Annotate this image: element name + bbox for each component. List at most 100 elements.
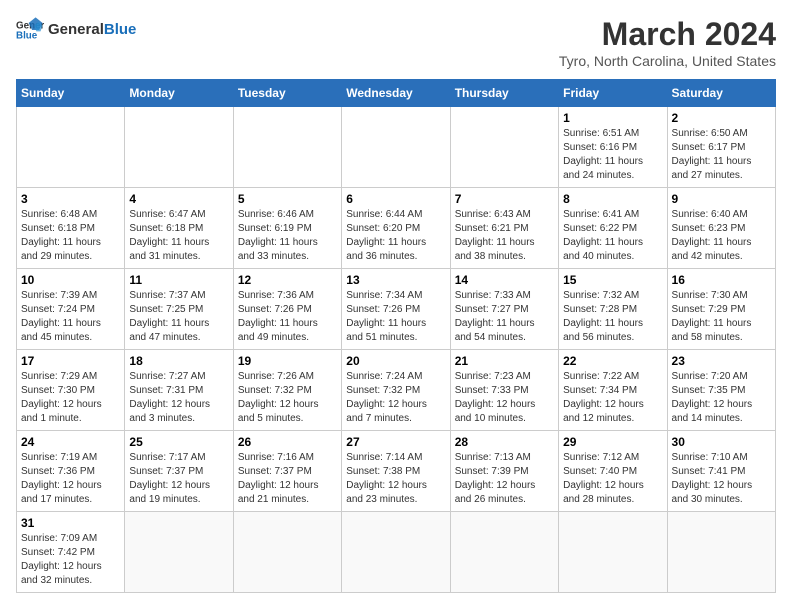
calendar-cell: 20 Sunrise: 7:24 AM Sunset: 7:32 PM Dayli…: [342, 350, 450, 431]
weekday-header-thursday: Thursday: [450, 80, 558, 107]
day-info: Sunrise: 7:16 AM Sunset: 7:37 PM Dayligh…: [238, 451, 337, 507]
calendar-cell: 26Sunrise: 7:16 AM Sunset: 7:37 PM Dayli…: [233, 431, 341, 512]
day-number: 16: [672, 273, 771, 287]
day-number: 10: [21, 273, 120, 287]
day-number: 2: [672, 111, 771, 125]
day-number: 14: [455, 273, 554, 287]
calendar-cell: 12 Sunrise: 7:36 AM Sunset: 7:26 PM Dayli…: [233, 269, 341, 350]
weekday-header-saturday: Saturday: [667, 80, 775, 107]
day-info: Sunrise: 7:23 AM Sunset: 7:33 PM Dayligh…: [455, 370, 554, 426]
day-number: 7: [455, 192, 554, 206]
day-info: Sunrise: 6:48 AM Sunset: 6:18 PM Dayligh…: [21, 208, 120, 264]
calendar-cell: 6 Sunrise: 6:44 AM Sunset: 6:20 PM Daylig…: [342, 188, 450, 269]
calendar-cell: 24Sunrise: 7:19 AM Sunset: 7:36 PM Dayli…: [17, 431, 125, 512]
day-number: 8: [563, 192, 662, 206]
day-info: Sunrise: 6:43 AM Sunset: 6:21 PM Dayligh…: [455, 208, 554, 264]
title-area: March 2024 Tyro, North Carolina, United …: [559, 16, 776, 69]
day-info: Sunrise: 7:12 AM Sunset: 7:40 PM Dayligh…: [563, 451, 662, 507]
calendar-cell: [450, 512, 558, 593]
calendar-cell: 22 Sunrise: 7:22 AM Sunset: 7:34 PM Dayli…: [559, 350, 667, 431]
weekday-header-tuesday: Tuesday: [233, 80, 341, 107]
day-info: Sunrise: 7:26 AM Sunset: 7:32 PM Dayligh…: [238, 370, 337, 426]
calendar-cell: [17, 107, 125, 188]
calendar-cell: 21 Sunrise: 7:23 AM Sunset: 7:33 PM Dayli…: [450, 350, 558, 431]
day-info: Sunrise: 7:37 AM Sunset: 7:25 PM Dayligh…: [129, 289, 228, 345]
calendar-cell: [559, 512, 667, 593]
day-info: Sunrise: 7:34 AM Sunset: 7:26 PM Dayligh…: [346, 289, 445, 345]
day-info: Sunrise: 7:33 AM Sunset: 7:27 PM Dayligh…: [455, 289, 554, 345]
day-info: Sunrise: 6:41 AM Sunset: 6:22 PM Dayligh…: [563, 208, 662, 264]
day-info: Sunrise: 7:13 AM Sunset: 7:39 PM Dayligh…: [455, 451, 554, 507]
calendar-cell: [125, 512, 233, 593]
calendar-cell: 31Sunrise: 7:09 AM Sunset: 7:42 PM Dayli…: [17, 512, 125, 593]
calendar-cell: 5 Sunrise: 6:46 AM Sunset: 6:19 PM Daylig…: [233, 188, 341, 269]
day-number: 18: [129, 354, 228, 368]
day-info: Sunrise: 7:24 AM Sunset: 7:32 PM Dayligh…: [346, 370, 445, 426]
calendar-cell: 13 Sunrise: 7:34 AM Sunset: 7:26 PM Dayli…: [342, 269, 450, 350]
calendar-cell: 17Sunrise: 7:29 AM Sunset: 7:30 PM Dayli…: [17, 350, 125, 431]
day-number: 12: [238, 273, 337, 287]
calendar-cell: [233, 107, 341, 188]
calendar-cell: 8 Sunrise: 6:41 AM Sunset: 6:22 PM Daylig…: [559, 188, 667, 269]
calendar-cell: 10 Sunrise: 7:39 AM Sunset: 7:24 PM Dayli…: [17, 269, 125, 350]
calendar-cell: 1Sunrise: 6:51 AM Sunset: 6:16 PM Daylig…: [559, 107, 667, 188]
day-info: Sunrise: 7:10 AM Sunset: 7:41 PM Dayligh…: [672, 451, 771, 507]
day-info: Sunrise: 6:46 AM Sunset: 6:19 PM Dayligh…: [238, 208, 337, 264]
day-info: Sunrise: 7:20 AM Sunset: 7:35 PM Dayligh…: [672, 370, 771, 426]
day-info: Sunrise: 7:36 AM Sunset: 7:26 PM Dayligh…: [238, 289, 337, 345]
calendar-cell: 2 Sunrise: 6:50 AM Sunset: 6:17 PM Daylig…: [667, 107, 775, 188]
day-number: 20: [346, 354, 445, 368]
day-info: Sunrise: 6:50 AM Sunset: 6:17 PM Dayligh…: [672, 127, 771, 183]
day-number: 31: [21, 516, 120, 530]
calendar-week-0: 1Sunrise: 6:51 AM Sunset: 6:16 PM Daylig…: [17, 107, 776, 188]
day-number: 23: [672, 354, 771, 368]
calendar-cell: 29 Sunrise: 7:12 AM Sunset: 7:40 PM Dayli…: [559, 431, 667, 512]
day-number: 13: [346, 273, 445, 287]
day-number: 24: [21, 435, 120, 449]
logo-icon: General Blue: [16, 16, 44, 44]
calendar-table: SundayMondayTuesdayWednesdayThursdayFrid…: [16, 79, 776, 593]
day-number: 5: [238, 192, 337, 206]
weekday-header-friday: Friday: [559, 80, 667, 107]
day-info: Sunrise: 6:44 AM Sunset: 6:20 PM Dayligh…: [346, 208, 445, 264]
weekday-header-row: SundayMondayTuesdayWednesdayThursdayFrid…: [17, 80, 776, 107]
calendar-week-1: 3Sunrise: 6:48 AM Sunset: 6:18 PM Daylig…: [17, 188, 776, 269]
calendar-cell: [125, 107, 233, 188]
month-title: March 2024: [559, 16, 776, 53]
day-info: Sunrise: 7:30 AM Sunset: 7:29 PM Dayligh…: [672, 289, 771, 345]
day-number: 21: [455, 354, 554, 368]
calendar-cell: 11 Sunrise: 7:37 AM Sunset: 7:25 PM Dayli…: [125, 269, 233, 350]
calendar-cell: [667, 512, 775, 593]
day-info: Sunrise: 7:39 AM Sunset: 7:24 PM Dayligh…: [21, 289, 120, 345]
calendar-cell: 23 Sunrise: 7:20 AM Sunset: 7:35 PM Dayli…: [667, 350, 775, 431]
day-number: 28: [455, 435, 554, 449]
day-info: Sunrise: 7:27 AM Sunset: 7:31 PM Dayligh…: [129, 370, 228, 426]
day-number: 25: [129, 435, 228, 449]
svg-text:Blue: Blue: [16, 30, 38, 41]
day-info: Sunrise: 6:47 AM Sunset: 6:18 PM Dayligh…: [129, 208, 228, 264]
calendar-week-4: 24Sunrise: 7:19 AM Sunset: 7:36 PM Dayli…: [17, 431, 776, 512]
calendar-week-2: 10 Sunrise: 7:39 AM Sunset: 7:24 PM Dayli…: [17, 269, 776, 350]
day-number: 30: [672, 435, 771, 449]
day-number: 9: [672, 192, 771, 206]
calendar-cell: 25 Sunrise: 7:17 AM Sunset: 7:37 PM Dayli…: [125, 431, 233, 512]
day-number: 19: [238, 354, 337, 368]
day-number: 15: [563, 273, 662, 287]
day-info: Sunrise: 7:22 AM Sunset: 7:34 PM Dayligh…: [563, 370, 662, 426]
day-info: Sunrise: 7:32 AM Sunset: 7:28 PM Dayligh…: [563, 289, 662, 345]
day-number: 27: [346, 435, 445, 449]
calendar-cell: 9Sunrise: 6:40 AM Sunset: 6:23 PM Daylig…: [667, 188, 775, 269]
day-number: 29: [563, 435, 662, 449]
calendar-cell: [450, 107, 558, 188]
calendar-cell: [342, 512, 450, 593]
day-number: 17: [21, 354, 120, 368]
day-number: 6: [346, 192, 445, 206]
logo-general: General: [48, 21, 104, 38]
day-info: Sunrise: 7:17 AM Sunset: 7:37 PM Dayligh…: [129, 451, 228, 507]
day-number: 11: [129, 273, 228, 287]
calendar-cell: 15 Sunrise: 7:32 AM Sunset: 7:28 PM Dayli…: [559, 269, 667, 350]
location-title: Tyro, North Carolina, United States: [559, 53, 776, 69]
day-number: 22: [563, 354, 662, 368]
calendar-week-5: 31Sunrise: 7:09 AM Sunset: 7:42 PM Dayli…: [17, 512, 776, 593]
logo: General Blue General Blue: [16, 16, 136, 44]
